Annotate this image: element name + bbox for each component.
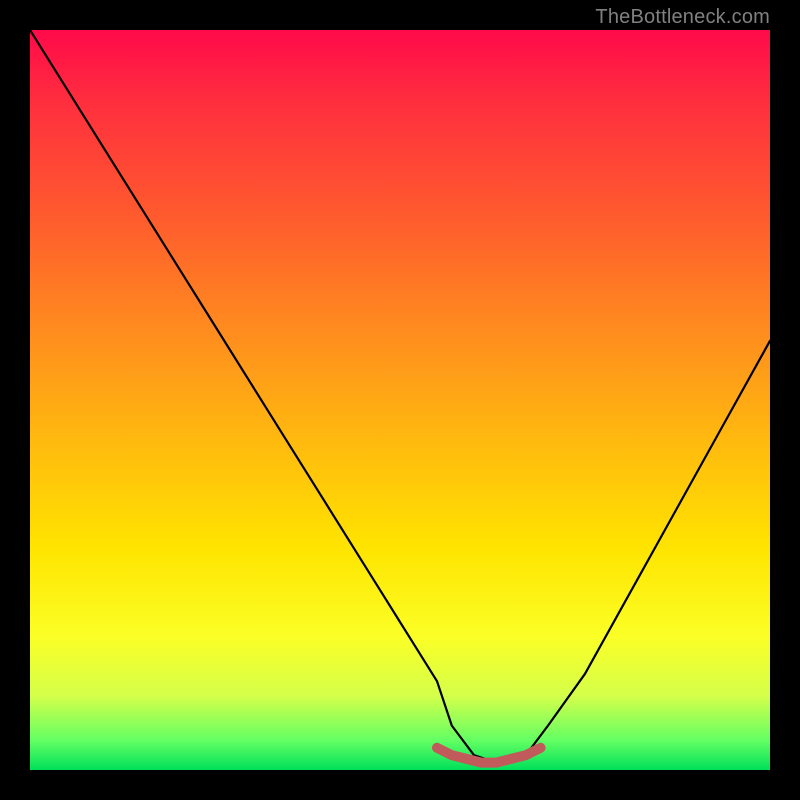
- bottleneck-curve: [30, 30, 770, 763]
- chart-frame: TheBottleneck.com: [0, 0, 800, 800]
- plot-area: [30, 30, 770, 770]
- sweet-spot-band: [437, 748, 541, 763]
- watermark-text: TheBottleneck.com: [595, 6, 770, 29]
- curve-overlay: [30, 30, 770, 770]
